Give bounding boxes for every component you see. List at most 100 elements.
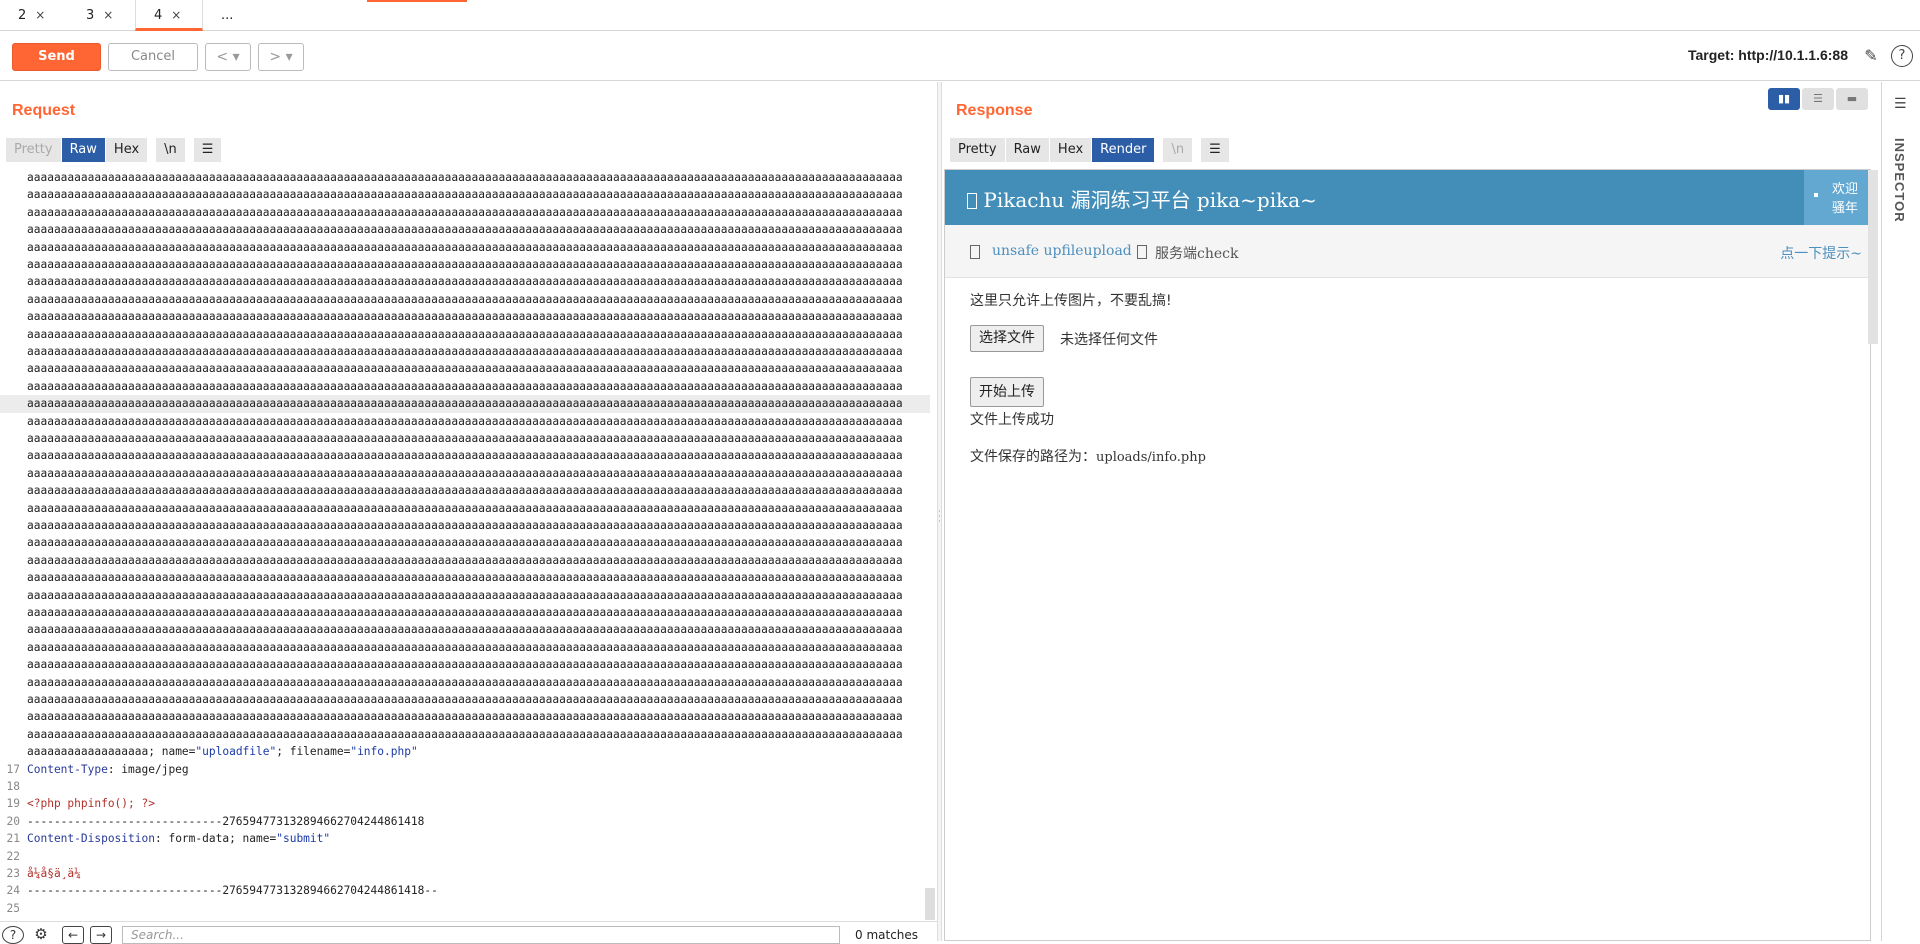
- editor-line[interactable]: aaaaaaaaaaaaaaaaaaaaaaaaaaaaaaaaaaaaaaaa…: [0, 587, 930, 604]
- editor-line[interactable]: 23 å¼å§ä¸ä¼: [0, 865, 930, 882]
- editor-line[interactable]: aaaaaaaaaaaaaaaaaaaaaaaaaaaaaaaaaaaaaaaa…: [0, 465, 930, 482]
- editor-line[interactable]: aaaaaaaaaaaaaaaaaaaaaaaaaaaaaaaaaaaaaaaa…: [0, 604, 930, 621]
- newline-toggle[interactable]: \n: [156, 138, 185, 162]
- help-icon[interactable]: ?: [1891, 45, 1913, 67]
- editor-line[interactable]: aaaaaaaaaaaaaaaaaaaaaaaaaaaaaaaaaaaaaaaa…: [0, 534, 930, 551]
- editor-line[interactable]: aaaaaaaaaaaaaaaaaaaaaaaaaaaaaaaaaaaaaaaa…: [0, 378, 930, 395]
- inspector-label[interactable]: INSPECTOR: [1892, 138, 1907, 223]
- editor-line[interactable]: 17 Content-Type: image/jpeg: [0, 761, 930, 778]
- choose-file-button[interactable]: 选择文件: [970, 325, 1044, 352]
- editor-line[interactable]: 19 <?php phpinfo(); ?>: [0, 795, 930, 812]
- close-icon[interactable]: ×: [103, 8, 113, 22]
- back-button[interactable]: < ▾: [205, 43, 251, 71]
- help-icon[interactable]: ?: [2, 926, 24, 944]
- raw-tab[interactable]: Raw: [61, 138, 105, 162]
- editor-line[interactable]: aaaaaaaaaaaaaaaaaaaaaaaaaaaaaaaaaaaaaaaa…: [0, 256, 930, 273]
- newline-toggle[interactable]: \n: [1163, 138, 1193, 162]
- forward-button[interactable]: > ▾: [258, 43, 304, 71]
- menu-icon[interactable]: ☰: [1201, 138, 1229, 162]
- editor-line[interactable]: aaaaaaaaaaaaaaaaaaaaaaaaaaaaaaaaaaaaaaaa…: [0, 291, 930, 308]
- editor-line[interactable]: aaaaaaaaaaaaaaaaaaaaaaaaaaaaaaaaaaaaaaaa…: [0, 169, 930, 186]
- tab-more[interactable]: ...: [203, 0, 253, 31]
- site-title: Pikachu 漏洞练习平台 pika~pika~: [967, 184, 1317, 213]
- editor-line[interactable]: aaaaaaaaaaaaaaaaaaaaaaaaaaaaaaaaaaaaaaaa…: [0, 656, 930, 673]
- editor-line[interactable]: aaaaaaaaaaaaaaaaaaaaaaaaaaaaaaaaaaaaaaaa…: [0, 413, 930, 430]
- line-text: aaaaaaaaaaaaaaaaaaaaaaaaaaaaaaaaaaaaaaaa…: [27, 484, 903, 498]
- inspector-sidebar[interactable]: ☰ INSPECTOR: [1881, 82, 1920, 941]
- editor-line[interactable]: 24 -----------------------------276594773…: [0, 882, 930, 899]
- editor-line[interactable]: aaaaaaaaaaaaaaaaaaaaaaaaaaaaaaaaaaaaaaaa…: [0, 621, 930, 638]
- pretty-tab[interactable]: Pretty: [6, 138, 61, 162]
- tab-2[interactable]: 2 ×: [0, 0, 55, 31]
- side-by-side-layout-icon[interactable]: ▮▮: [1768, 88, 1800, 110]
- next-arrow-icon[interactable]: →: [90, 926, 112, 944]
- editor-line[interactable]: aaaaaaaaaaaaaaaaaaaaaaaaaaaaaaaaaaaaaaaa…: [0, 308, 930, 325]
- search-input[interactable]: Search...: [122, 926, 840, 944]
- render-scrollbar[interactable]: [1868, 170, 1878, 344]
- upload-button[interactable]: 开始上传: [970, 377, 1044, 407]
- editor-line[interactable]: aaaaaaaaaaaaaaaaaaaaaaaaaaaaaaaaaaaaaaaa…: [0, 430, 930, 447]
- no-file-label: 未选择任何文件: [1060, 332, 1158, 348]
- welcome-badge[interactable]: 欢迎 骚年: [1804, 170, 1870, 225]
- editor-line[interactable]: aaaaaaaaaaaaaaaaaaaaaaaaaaaaaaaaaaaaaaaa…: [0, 639, 930, 656]
- welcome-line1: 欢迎: [1832, 182, 1859, 197]
- editor-line[interactable]: 18: [0, 778, 930, 795]
- line-text: aaaaaaaaaaaaaaaaaaaaaaaaaaaaaaaaaaaaaaaa…: [27, 640, 903, 654]
- layout-toggle: ▮▮ ☰ ▬: [1768, 88, 1870, 110]
- editor-line[interactable]: aaaaaaaaaaaaaaaaaaaaaaaaaaaaaaaaaaaaaaaa…: [0, 395, 930, 413]
- editor-line[interactable]: aaaaaaaaaaaaaaaaaa; name="uploadfile"; f…: [0, 743, 930, 760]
- splitter-grip[interactable]: · · ·: [937, 508, 942, 527]
- editor-line[interactable]: aaaaaaaaaaaaaaaaaaaaaaaaaaaaaaaaaaaaaaaa…: [0, 569, 930, 586]
- match-count: 0 matches: [855, 928, 919, 942]
- editor-line[interactable]: 21 Content-Disposition: form-data; name="…: [0, 830, 930, 847]
- editor-line[interactable]: 20 -----------------------------276594773…: [0, 813, 930, 830]
- settings-icon[interactable]: ⚙: [30, 926, 52, 944]
- editor-line[interactable]: aaaaaaaaaaaaaaaaaaaaaaaaaaaaaaaaaaaaaaaa…: [0, 239, 930, 256]
- editor-line[interactable]: aaaaaaaaaaaaaaaaaaaaaaaaaaaaaaaaaaaaaaaa…: [0, 360, 930, 377]
- pencil-icon[interactable]: ✎: [1860, 45, 1882, 67]
- editor-line[interactable]: aaaaaaaaaaaaaaaaaaaaaaaaaaaaaaaaaaaaaaaa…: [0, 221, 930, 238]
- editor-line[interactable]: 22: [0, 848, 930, 865]
- editor-scrollbar[interactable]: [925, 888, 935, 920]
- prev-arrow-icon[interactable]: ←: [62, 926, 84, 944]
- editor-line[interactable]: aaaaaaaaaaaaaaaaaaaaaaaaaaaaaaaaaaaaaaaa…: [0, 726, 930, 743]
- inspector-menu-icon[interactable]: ☰: [1894, 96, 1907, 112]
- line-number: 18: [6, 780, 20, 793]
- editor-line[interactable]: aaaaaaaaaaaaaaaaaaaaaaaaaaaaaaaaaaaaaaaa…: [0, 500, 930, 517]
- raw-tab[interactable]: Raw: [1005, 138, 1049, 162]
- horizontal-layout-icon[interactable]: ☰: [1802, 88, 1834, 110]
- editor-line[interactable]: aaaaaaaaaaaaaaaaaaaaaaaaaaaaaaaaaaaaaaaa…: [0, 482, 930, 499]
- line-text: aaaaaaaaaaaaaaaaaaaaaaaaaaaaaaaaaaaaaaaa…: [27, 292, 903, 306]
- editor-line[interactable]: aaaaaaaaaaaaaaaaaaaaaaaaaaaaaaaaaaaaaaaa…: [0, 273, 930, 290]
- home-icon: [970, 245, 980, 259]
- render-tab[interactable]: Render: [1092, 138, 1155, 162]
- editor-line[interactable]: aaaaaaaaaaaaaaaaaaaaaaaaaaaaaaaaaaaaaaaa…: [0, 186, 930, 203]
- breadcrumb-link[interactable]: unsafe upfileupload: [992, 243, 1132, 259]
- line-text: aaaaaaaaaaaaaaaaaaaaaaaaaaaaaaaaaaaaaaaa…: [27, 466, 903, 480]
- editor-line[interactable]: aaaaaaaaaaaaaaaaaaaaaaaaaaaaaaaaaaaaaaaa…: [0, 708, 930, 725]
- close-icon[interactable]: ×: [35, 8, 45, 22]
- editor-line[interactable]: aaaaaaaaaaaaaaaaaaaaaaaaaaaaaaaaaaaaaaaa…: [0, 447, 930, 464]
- hex-tab[interactable]: Hex: [1049, 138, 1092, 162]
- pretty-tab[interactable]: Pretty: [950, 138, 1005, 162]
- request-editor[interactable]: aaaaaaaaaaaaaaaaaaaaaaaaaaaaaaaaaaaaaaaa…: [0, 169, 930, 921]
- editor-line[interactable]: aaaaaaaaaaaaaaaaaaaaaaaaaaaaaaaaaaaaaaaa…: [0, 674, 930, 691]
- tab-4[interactable]: 4 ×: [135, 0, 203, 31]
- editor-line[interactable]: aaaaaaaaaaaaaaaaaaaaaaaaaaaaaaaaaaaaaaaa…: [0, 517, 930, 534]
- hex-tab[interactable]: Hex: [105, 138, 148, 162]
- menu-icon[interactable]: ☰: [193, 138, 222, 162]
- editor-line[interactable]: aaaaaaaaaaaaaaaaaaaaaaaaaaaaaaaaaaaaaaaa…: [0, 343, 930, 360]
- editor-line[interactable]: 25: [0, 900, 930, 917]
- line-text: aaaaaaaaaaaaaaaaaaaaaaaaaaaaaaaaaaaaaaaa…: [27, 727, 903, 741]
- cancel-button[interactable]: Cancel: [108, 43, 198, 71]
- send-button[interactable]: Send: [12, 43, 101, 71]
- hint-link[interactable]: 点一下提示~: [1780, 243, 1862, 263]
- tab-3[interactable]: 3 ×: [68, 0, 136, 31]
- editor-line[interactable]: aaaaaaaaaaaaaaaaaaaaaaaaaaaaaaaaaaaaaaaa…: [0, 552, 930, 569]
- close-icon[interactable]: ×: [171, 8, 181, 22]
- line-text: aaaaaaaaaaaaaaaaaaaaaaaaaaaaaaaaaaaaaaaa…: [27, 658, 903, 672]
- editor-line[interactable]: aaaaaaaaaaaaaaaaaaaaaaaaaaaaaaaaaaaaaaaa…: [0, 204, 930, 221]
- editor-line[interactable]: aaaaaaaaaaaaaaaaaaaaaaaaaaaaaaaaaaaaaaaa…: [0, 326, 930, 343]
- single-layout-icon[interactable]: ▬: [1836, 88, 1868, 110]
- editor-line[interactable]: aaaaaaaaaaaaaaaaaaaaaaaaaaaaaaaaaaaaaaaa…: [0, 691, 930, 708]
